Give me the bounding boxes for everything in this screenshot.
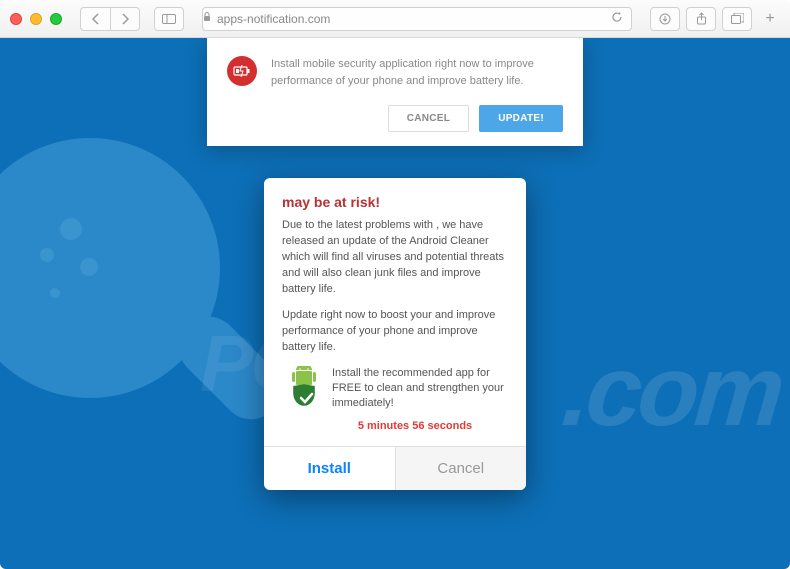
minimize-window-button[interactable]	[30, 13, 42, 25]
top-notification-banner: Install mobile security application righ…	[207, 38, 583, 146]
tabs-button[interactable]	[722, 7, 752, 31]
address-bar[interactable]: apps-notification.com	[202, 7, 632, 31]
battery-low-icon	[227, 56, 257, 86]
modal-install-button[interactable]: Install	[264, 447, 396, 490]
modal-paragraph-2: Update right now to boost your and impro…	[282, 308, 508, 356]
reload-button[interactable]	[611, 11, 623, 26]
sidebar-toggle-button[interactable]	[154, 7, 184, 31]
risk-modal: may be at risk! Due to the latest proble…	[264, 178, 526, 490]
android-shield-icon	[282, 366, 322, 410]
watermark-text: .com	[558, 334, 785, 449]
url-text: apps-notification.com	[217, 12, 330, 26]
lock-icon	[203, 12, 211, 25]
window-controls	[10, 13, 62, 25]
modal-cancel-button[interactable]: Cancel	[396, 447, 527, 490]
browser-window: apps-notification.com + .com	[0, 0, 790, 569]
share-button[interactable]	[686, 7, 716, 31]
modal-paragraph-1: Due to the latest problems with , we hav…	[282, 218, 508, 298]
nav-back-forward	[80, 7, 140, 31]
page-content: .com PC Install mobile security applicat…	[0, 38, 790, 569]
notification-update-button[interactable]: UPDATE!	[479, 105, 563, 132]
countdown-timer: 5 minutes 56 seconds	[322, 420, 508, 432]
modal-title: may be at risk!	[282, 194, 508, 210]
toolbar-right	[650, 7, 752, 31]
downloads-button[interactable]	[650, 7, 680, 31]
modal-recommend-text: Install the recommended app for FREE to …	[332, 366, 508, 412]
titlebar: apps-notification.com +	[0, 0, 790, 38]
forward-button[interactable]	[110, 7, 140, 31]
new-tab-button[interactable]: +	[760, 7, 780, 31]
notification-cancel-button[interactable]: CANCEL	[388, 105, 469, 132]
top-notification-text: Install mobile security application righ…	[271, 56, 563, 89]
back-button[interactable]	[80, 7, 110, 31]
maximize-window-button[interactable]	[50, 13, 62, 25]
close-window-button[interactable]	[10, 13, 22, 25]
